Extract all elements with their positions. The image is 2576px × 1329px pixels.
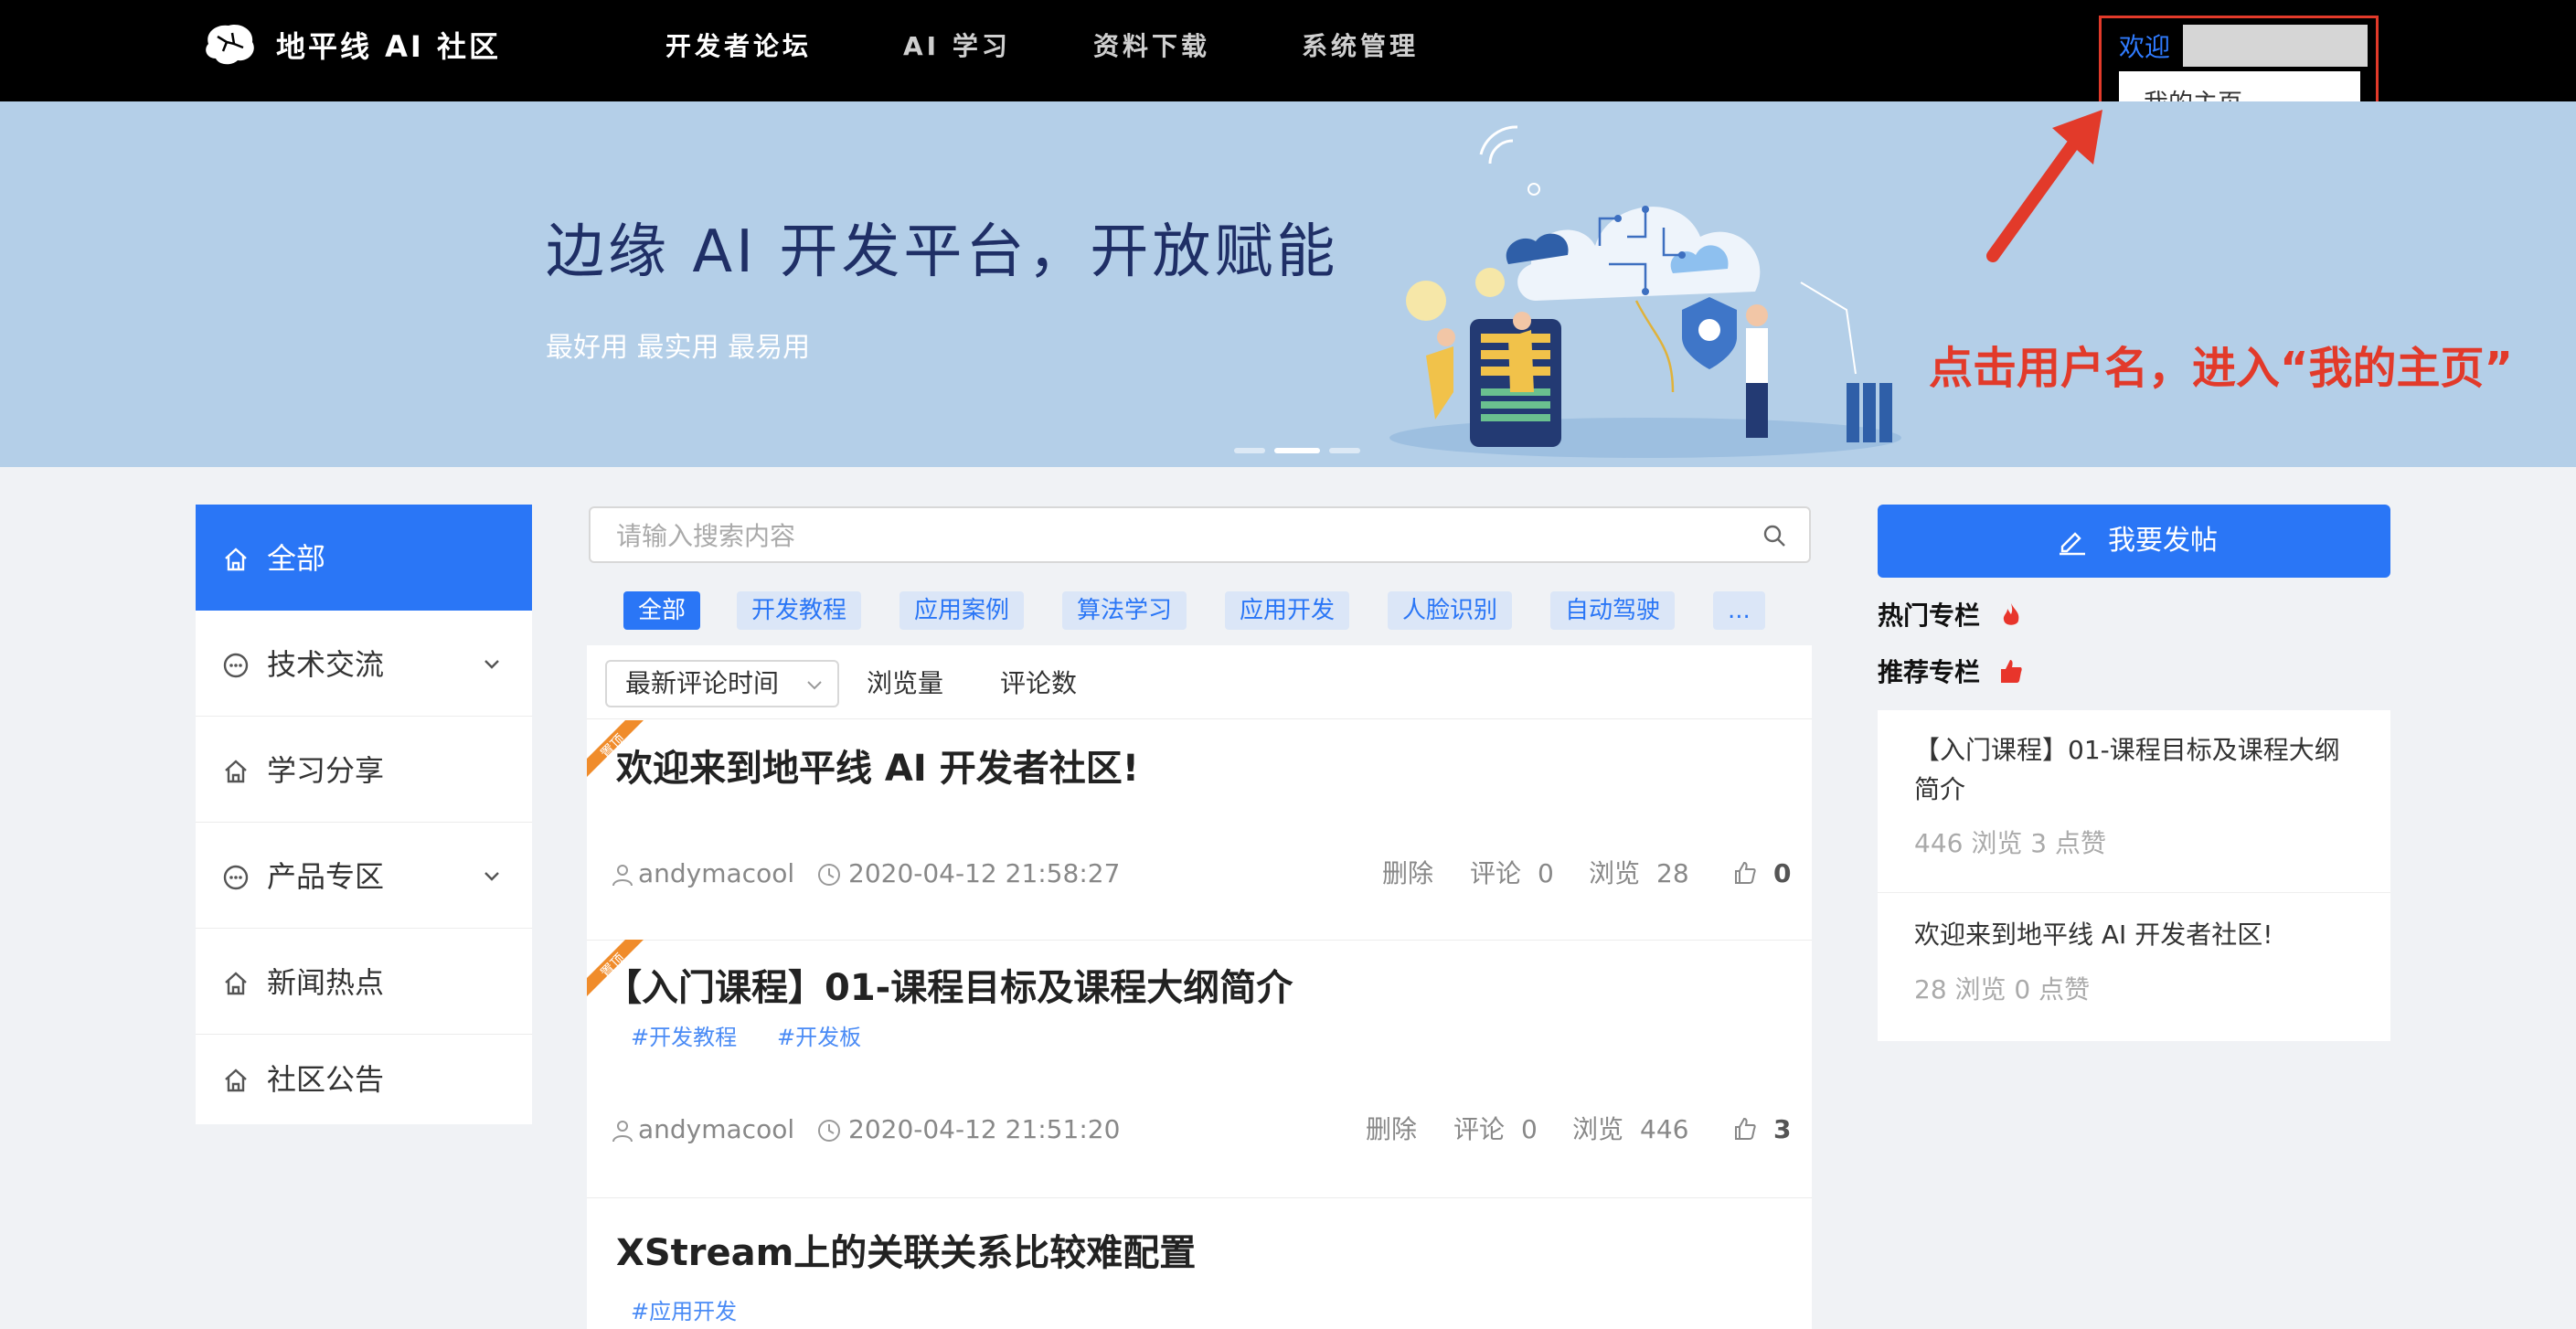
tag-more[interactable]: ... (1713, 591, 1765, 630)
post-tag[interactable]: #开发教程 (631, 1022, 737, 1053)
home-icon (225, 760, 247, 783)
views-label: 浏览 (1572, 1114, 1624, 1144)
tag-dev-tutorial[interactable]: 开发教程 (737, 591, 862, 630)
tag-autonomous-driving[interactable]: 自动驾驶 (1550, 591, 1676, 630)
annotation-text: 点击用户名，进入“我的主页” (1929, 343, 2514, 394)
new-post-button[interactable]: 我要发帖 (1878, 505, 2390, 578)
user-icon (612, 865, 633, 887)
post-list: 最新评论时间 浏览量 评论数 置顶 欢迎来到地平线 AI 开发者社区! andy… (587, 645, 1812, 1329)
recommended-item-meta: 446 浏览 3 点赞 (1914, 828, 2106, 858)
carousel-dot-active[interactable] (1274, 448, 1320, 453)
comments-label: 评论 (1470, 858, 1522, 888)
like-count: 3 (1773, 1114, 1792, 1144)
post-title[interactable]: XStream上的关联关系比较难配置 (616, 1228, 1196, 1278)
thumbs-up-icon[interactable] (1733, 861, 1757, 885)
carousel-indicator[interactable] (1234, 440, 1369, 457)
sidebar-item-label: 全部 (267, 541, 326, 576)
like-count: 0 (1773, 858, 1792, 888)
tag-app-dev[interactable]: 应用开发 (1225, 591, 1350, 630)
chevron-down-icon (807, 681, 822, 690)
sidebar-item-announcements[interactable]: 社区公告 (196, 1026, 532, 1132)
home-icon (225, 548, 247, 571)
sidebar-item-product-zone[interactable]: 产品专区 (196, 823, 532, 929)
views-count: 446 (1640, 1114, 1689, 1144)
sidebar-item-all[interactable]: 全部 (196, 505, 532, 611)
post-time: 2020-04-12 21:58:27 (848, 858, 1121, 888)
chevron-down-icon[interactable] (483, 658, 501, 671)
user-icon (612, 1121, 633, 1143)
recommended-item-title[interactable]: 欢迎来到地平线 AI 开发者社区! (1914, 915, 2353, 954)
post-tag[interactable]: #开发板 (777, 1022, 861, 1053)
home-icon (225, 972, 247, 995)
banner-subtitle: 最好用 最实用 最易用 (546, 332, 811, 364)
new-post-label: 我要发帖 (2108, 525, 2218, 557)
post-author[interactable]: andymacool (638, 1111, 794, 1148)
comments-count: 0 (1521, 1114, 1538, 1144)
sidebar-item-label: 技术交流 (267, 647, 385, 682)
tag-algorithm[interactable]: 算法学习 (1062, 591, 1187, 630)
sidebar-item-tech-exchange[interactable]: 技术交流 (196, 611, 532, 717)
nav-downloads[interactable]: 资料下载 (1093, 24, 1210, 69)
sort-selected: 最新评论时间 (625, 668, 780, 698)
post-author[interactable]: andymacool (638, 856, 794, 892)
search-icon[interactable] (1762, 523, 1787, 548)
comments-count: 0 (1538, 858, 1554, 888)
post-tag[interactable]: #应用开发 (631, 1296, 737, 1327)
pencil-icon (2060, 532, 2085, 556)
nav-system-admin[interactable]: 系统管理 (1302, 24, 1419, 69)
hero-banner[interactable]: 边缘 AI 开发平台，开放赋能 最好用 最实用 最易用 点击用户名，进入“我的主… (0, 101, 2576, 467)
hot-columns-title: 热门专栏 (1878, 601, 1981, 631)
views-label: 浏览 (1589, 858, 1641, 888)
views-count: 28 (1656, 858, 1689, 888)
post-item[interactable]: XStream上的关联关系比较难配置 #应用开发 (587, 1197, 1812, 1329)
sort-by-comments[interactable]: 评论数 (1000, 665, 1077, 702)
post-title[interactable]: 欢迎来到地平线 AI 开发者社区! (616, 744, 1139, 793)
banner-title: 边缘 AI 开发平台，开放赋能 (546, 218, 1339, 286)
post-time: 2020-04-12 21:51:20 (848, 1114, 1121, 1144)
chat-icon (223, 865, 249, 890)
carousel-dot[interactable] (1329, 448, 1360, 453)
post-title[interactable]: 【入门课程】01-课程目标及课程大纲简介 (605, 963, 1293, 1013)
comments-label: 评论 (1453, 1114, 1506, 1144)
cloud-server-illustration (1389, 125, 1901, 458)
tag-face-recognition[interactable]: 人脸识别 (1388, 591, 1513, 630)
divider (587, 718, 1812, 719)
recommended-list: 【入门课程】01-课程目标及课程大纲简介 446 浏览 3 点赞 欢迎来到地平线… (1878, 710, 2390, 1041)
chevron-down-icon[interactable] (483, 870, 501, 883)
carousel-dot[interactable] (1234, 448, 1265, 453)
delete-link[interactable]: 删除 (1382, 856, 1433, 892)
category-sidebar: 全部 技术交流 学习分享 产品专区 新闻热点 社区公告 (196, 505, 532, 1124)
post-item[interactable]: 置顶 【入门课程】01-课程目标及课程大纲简介 #开发教程 #开发板 andym… (587, 940, 1812, 1197)
brain-logo-icon[interactable] (199, 20, 260, 68)
sidebar-item-label: 学习分享 (267, 753, 385, 788)
divider (1878, 892, 2390, 893)
chat-icon (223, 653, 249, 678)
sidebar-item-news[interactable]: 新闻热点 (196, 929, 532, 1035)
sort-dropdown[interactable]: 最新评论时间 (605, 660, 839, 707)
sidebar-item-label: 社区公告 (267, 1062, 385, 1097)
post-item[interactable]: 置顶 欢迎来到地平线 AI 开发者社区! andymacool 2020-04-… (587, 720, 1812, 940)
home-icon (225, 1069, 247, 1092)
fire-icon (2003, 603, 2019, 625)
sidebar-item-label: 新闻热点 (267, 965, 385, 1000)
thumbs-up-icon[interactable] (1733, 1117, 1757, 1141)
clock-icon (818, 864, 840, 886)
nav-ai-learning[interactable]: AI 学习 (903, 24, 1011, 69)
tag-all[interactable]: 全部 (623, 591, 701, 630)
nav-developer-forum[interactable]: 开发者论坛 (665, 24, 812, 69)
thumbs-up-icon (2001, 660, 2022, 683)
brand-name[interactable]: 地平线 AI 社区 (276, 24, 501, 69)
recommended-item-title[interactable]: 【入门课程】01-课程目标及课程大纲简介 (1914, 730, 2353, 809)
recommended-item-meta: 28 浏览 0 点赞 (1914, 974, 2091, 1005)
annotation-arrow-icon (1986, 110, 2102, 262)
search-box (589, 506, 1811, 563)
sidebar-item-learning-share[interactable]: 学习分享 (196, 717, 532, 823)
sidebar-item-label: 产品专区 (267, 859, 385, 894)
recommended-columns-title: 推荐专栏 (1878, 657, 1981, 687)
clock-icon (818, 1120, 840, 1142)
search-input[interactable] (614, 516, 1711, 556)
tag-app-cases[interactable]: 应用案例 (899, 591, 1025, 630)
sort-by-views[interactable]: 浏览量 (867, 665, 943, 702)
delete-link[interactable]: 删除 (1366, 1111, 1417, 1148)
